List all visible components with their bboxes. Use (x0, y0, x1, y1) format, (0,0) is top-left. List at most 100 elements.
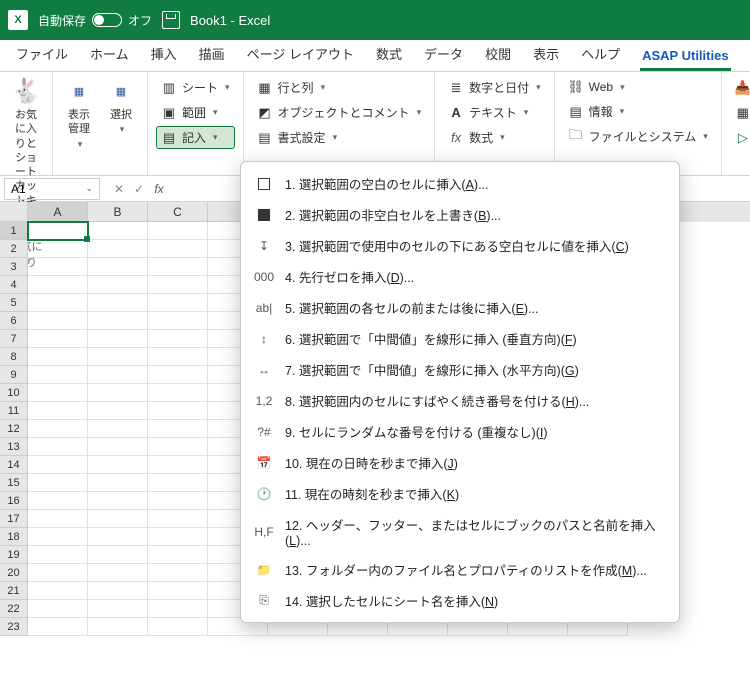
cell[interactable] (148, 330, 208, 348)
row-header[interactable]: 20 (0, 564, 28, 582)
row-header[interactable]: 3 (0, 258, 28, 276)
row-header[interactable]: 12 (0, 420, 28, 438)
web-button[interactable]: ⛓Web▾ (563, 76, 713, 98)
row-header[interactable]: 5 (0, 294, 28, 312)
name-box[interactable]: A1 ⌄ (4, 178, 100, 200)
menu-item-10[interactable]: 📅10. 現在の日時を秒まで挿入(J) (241, 447, 679, 478)
cell[interactable] (148, 312, 208, 330)
cell[interactable] (28, 258, 88, 276)
cell[interactable] (148, 222, 208, 240)
row-header[interactable]: 8 (0, 348, 28, 366)
fx-icon[interactable]: fx (150, 182, 168, 196)
sheet-button[interactable]: ▥シート▾ (156, 76, 235, 99)
row-header[interactable]: 11 (0, 402, 28, 420)
row-header[interactable]: 10 (0, 384, 28, 402)
row-header[interactable]: 17 (0, 510, 28, 528)
row-header[interactable]: 18 (0, 528, 28, 546)
cell[interactable] (148, 258, 208, 276)
cell[interactable] (148, 384, 208, 402)
tab-review[interactable]: 校閲 (475, 38, 521, 71)
row-header[interactable]: 21 (0, 582, 28, 600)
menu-item-8[interactable]: 1,28. 選択範囲内のセルにすばやく続き番号を付ける(H)... (241, 385, 679, 416)
tab-draw[interactable]: 描画 (189, 38, 235, 71)
cell[interactable] (88, 402, 148, 420)
row-header[interactable]: 6 (0, 312, 28, 330)
cell[interactable] (88, 258, 148, 276)
menu-item-3[interactable]: ↧3. 選択範囲で使用中のセルの下にある空白セルに値を挿入(C) (241, 230, 679, 261)
tab-asap-utilities[interactable]: ASAP Utilities (632, 42, 738, 71)
cell[interactable] (88, 564, 148, 582)
col-header[interactable]: B (88, 202, 148, 222)
display-manage-button[interactable]: ▦ 表示管理 ▾ (61, 76, 97, 173)
import-button[interactable]: 📥イ (730, 76, 750, 99)
cancel-icon[interactable]: ✕ (110, 182, 128, 196)
cell[interactable] (88, 294, 148, 312)
cell[interactable] (88, 618, 148, 636)
cell[interactable] (88, 528, 148, 546)
confirm-icon[interactable]: ✓ (130, 182, 148, 196)
menu-item-6[interactable]: ↕6. 選択範囲で「中間値」を線形に挿入 (垂直方向)(F) (241, 323, 679, 354)
cell[interactable] (148, 294, 208, 312)
cell[interactable] (88, 474, 148, 492)
row-header[interactable]: 9 (0, 366, 28, 384)
tab-home[interactable]: ホーム (80, 38, 139, 71)
row-header[interactable]: 13 (0, 438, 28, 456)
menu-item-7[interactable]: ↔7. 選択範囲で「中間値」を線形に挿入 (水平方向)(G) (241, 354, 679, 385)
cell[interactable] (148, 366, 208, 384)
cell[interactable] (28, 222, 88, 240)
cell[interactable] (88, 330, 148, 348)
row-header[interactable]: 16 (0, 492, 28, 510)
cell[interactable] (88, 366, 148, 384)
menu-item-11[interactable]: 🕐11. 現在の時刻を秒まで挿入(K) (241, 478, 679, 509)
row-header[interactable]: 2 (0, 240, 28, 258)
save-icon[interactable] (162, 11, 180, 29)
cell[interactable] (88, 420, 148, 438)
row-header[interactable]: 22 (0, 600, 28, 618)
fill-button[interactable]: ▤記入▾ (156, 126, 235, 149)
numdate-button[interactable]: ≣数字と日付▾ (443, 76, 546, 99)
menu-item-9[interactable]: ?#9. セルにランダムな番号を付ける (重複なし)(I) (241, 416, 679, 447)
info-button[interactable]: ▤情報▾ (563, 100, 713, 123)
cell[interactable] (148, 600, 208, 618)
cell[interactable] (148, 456, 208, 474)
cell[interactable] (148, 492, 208, 510)
cell[interactable] (88, 384, 148, 402)
cell[interactable] (28, 294, 88, 312)
row-header[interactable]: 15 (0, 474, 28, 492)
cell[interactable] (28, 402, 88, 420)
cell[interactable] (28, 582, 88, 600)
menu-item-14[interactable]: ⎘14. 選択したセルにシート名を挿入(N) (241, 585, 679, 616)
rowcol-button[interactable]: ▦行と列▾ (252, 76, 427, 99)
text-button[interactable]: Aテキスト▾ (443, 101, 546, 124)
menu-item-12[interactable]: H,F12. ヘッダー、フッター、またはセルにブックのパスと名前を挿入(L)..… (241, 509, 679, 554)
menu-item-13[interactable]: 📁13. フォルダー内のファイル名とプロパティのリストを作成(M)... (241, 554, 679, 585)
cell[interactable] (28, 384, 88, 402)
cell[interactable] (28, 240, 88, 258)
cell[interactable] (88, 438, 148, 456)
cell[interactable] (88, 510, 148, 528)
select-all-corner[interactable] (0, 202, 28, 222)
autosave-toggle[interactable]: 自動保存 オフ (38, 12, 152, 29)
cell[interactable] (28, 492, 88, 510)
export-button[interactable]: ▦エ (730, 101, 750, 124)
cell[interactable] (148, 474, 208, 492)
row-header[interactable]: 4 (0, 276, 28, 294)
cell[interactable] (148, 618, 208, 636)
cell[interactable] (28, 348, 88, 366)
cell[interactable] (28, 330, 88, 348)
format-button[interactable]: ▤書式設定▾ (252, 126, 427, 149)
cell[interactable] (28, 276, 88, 294)
cell[interactable] (148, 546, 208, 564)
cell[interactable] (148, 240, 208, 258)
cell[interactable] (28, 510, 88, 528)
menu-item-4[interactable]: 0004. 先行ゼロを挿入(D)... (241, 261, 679, 292)
cell[interactable] (148, 348, 208, 366)
row-header[interactable]: 7 (0, 330, 28, 348)
tab-view[interactable]: 表示 (523, 38, 569, 71)
cell[interactable] (88, 348, 148, 366)
cell[interactable] (28, 528, 88, 546)
range-button[interactable]: ▣範囲▾ (156, 101, 235, 124)
formula-button[interactable]: fx数式▾ (443, 126, 546, 149)
cell[interactable] (28, 618, 88, 636)
filesys-button[interactable]: 🗀ファイルとシステム▾ (563, 125, 713, 148)
